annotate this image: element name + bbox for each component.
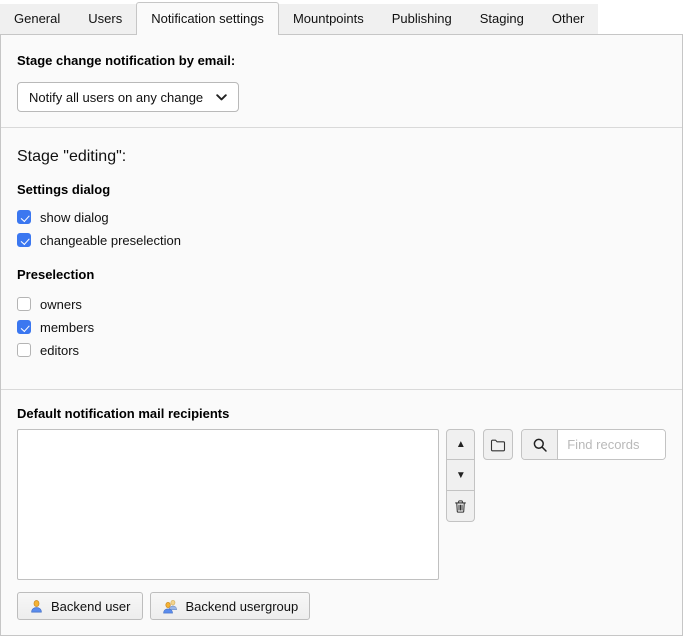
backend-user-icon: [29, 599, 44, 614]
tab-general[interactable]: General: [0, 4, 74, 34]
email-notification-section: Stage change notification by email: Noti…: [1, 35, 682, 128]
notification-mode-selected-value: Notify all users on any change: [29, 90, 203, 105]
arrow-down-icon: ▼: [456, 470, 466, 481]
stage-editing-title: Stage "editing":: [17, 148, 666, 166]
preselection-label: Preselection: [17, 267, 666, 282]
email-notification-label: Stage change notification by email:: [17, 53, 666, 68]
tab-mountpoints[interactable]: Mountpoints: [279, 4, 378, 34]
members-checkbox[interactable]: [17, 320, 31, 334]
listbox-controls: ▲ ▼: [446, 429, 475, 522]
search-icon: [532, 437, 548, 453]
checkbox-row-changeable-preselection: changeable preselection: [17, 233, 666, 247]
recipients-listbox[interactable]: [17, 429, 439, 580]
editors-checkbox[interactable]: [17, 343, 31, 357]
find-records-input[interactable]: [558, 430, 665, 459]
owners-label: owners: [40, 297, 82, 312]
find-records-group: [521, 429, 666, 460]
tab-publishing[interactable]: Publishing: [378, 4, 466, 34]
changeable-preselection-checkbox[interactable]: [17, 233, 31, 247]
arrow-up-icon: ▲: [456, 439, 466, 450]
backend-usergroup-label: Backend usergroup: [186, 599, 299, 614]
search-button[interactable]: [522, 430, 558, 459]
browse-records-button[interactable]: [483, 429, 513, 460]
editors-label: editors: [40, 343, 79, 358]
folder-open-icon: [490, 438, 506, 452]
move-up-button[interactable]: ▲: [446, 429, 475, 460]
tab-other[interactable]: Other: [538, 4, 599, 34]
stage-editing-section: Stage "editing": Settings dialog show di…: [1, 128, 682, 390]
move-down-button[interactable]: ▼: [446, 460, 475, 491]
recipients-label: Default notification mail recipients: [17, 406, 666, 421]
tab-bar: General Users Notification settings Moun…: [0, 0, 683, 34]
show-dialog-label: show dialog: [40, 210, 109, 225]
checkbox-row-owners: owners: [17, 297, 666, 311]
tab-content-panel: Stage change notification by email: Noti…: [0, 34, 683, 636]
show-dialog-checkbox[interactable]: [17, 210, 31, 224]
checkbox-row-members: members: [17, 320, 666, 334]
backend-user-label: Backend user: [51, 599, 131, 614]
settings-dialog-label: Settings dialog: [17, 182, 666, 197]
backend-usergroup-icon: [162, 599, 179, 614]
tab-users[interactable]: Users: [74, 4, 136, 34]
notification-mode-select[interactable]: Notify all users on any change: [17, 82, 239, 112]
checkbox-row-editors: editors: [17, 343, 666, 357]
checkbox-row-show-dialog: show dialog: [17, 210, 666, 224]
chevron-down-icon: [216, 94, 227, 101]
backend-user-button[interactable]: Backend user: [17, 592, 143, 620]
backend-usergroup-button[interactable]: Backend usergroup: [150, 592, 311, 620]
members-label: members: [40, 320, 94, 335]
tab-notification-settings[interactable]: Notification settings: [136, 2, 279, 35]
delete-button[interactable]: [446, 491, 475, 522]
recipients-section: Default notification mail recipients ▲ ▼: [1, 390, 682, 636]
changeable-preselection-label: changeable preselection: [40, 233, 181, 248]
tab-staging[interactable]: Staging: [466, 4, 538, 34]
owners-checkbox[interactable]: [17, 297, 31, 311]
trash-icon: [453, 499, 468, 514]
add-record-buttons: Backend user Backend usergroup: [17, 592, 666, 620]
